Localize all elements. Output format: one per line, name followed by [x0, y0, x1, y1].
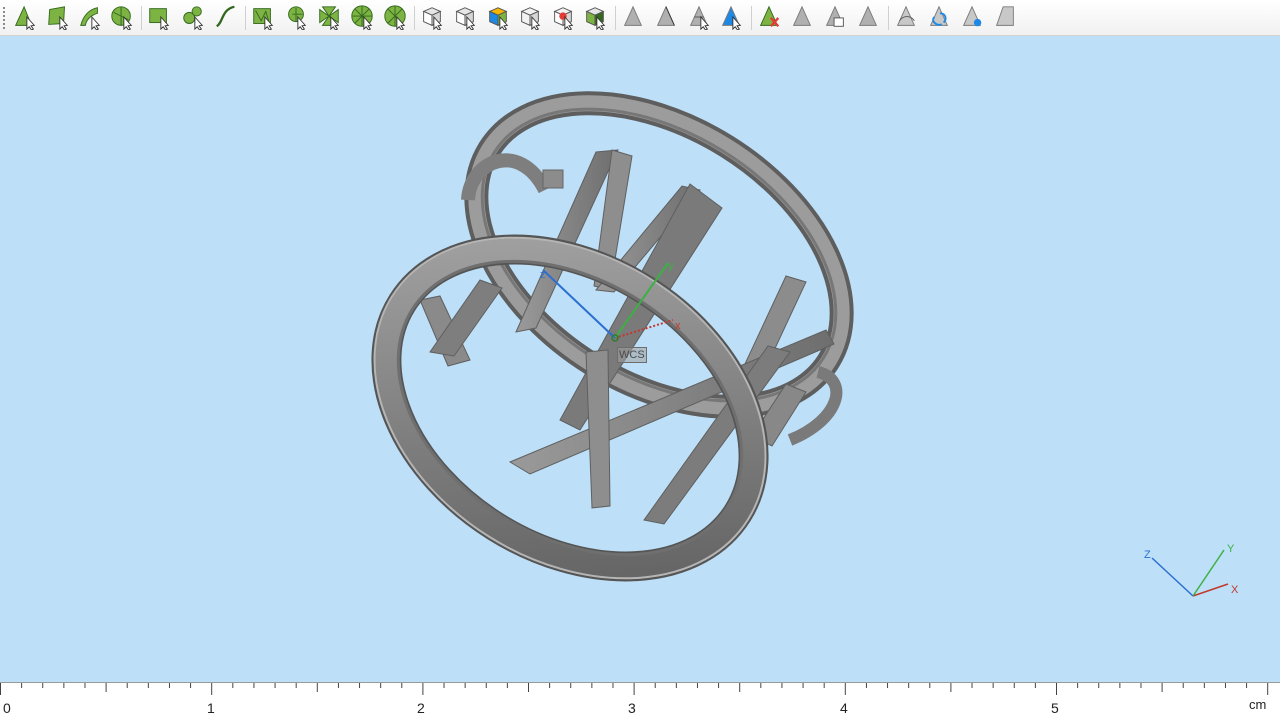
select-part-icon	[485, 4, 511, 30]
select-edge-icon	[77, 4, 103, 30]
select-face-icon	[45, 4, 71, 30]
scale-ruler: 0 1 2 3 4 5 cm	[0, 682, 1280, 723]
hide-faces-icon	[855, 4, 881, 30]
toolbar-button-select-vertex[interactable]	[11, 3, 39, 31]
toolbar-button-select-wire-body[interactable]	[516, 3, 544, 31]
toolbar-separator	[141, 6, 142, 30]
select-solid-icon	[452, 4, 478, 30]
toolbar-button-lasso-select[interactable]	[179, 3, 207, 31]
wcs-z-label: z	[540, 269, 546, 281]
toolbar-button-hide-edges[interactable]	[788, 3, 816, 31]
visibility-view-icon	[959, 4, 985, 30]
toolbar-button-hide-part[interactable]	[821, 3, 849, 31]
toolbar-button-radial-partial-select[interactable]	[381, 3, 409, 31]
toolbar	[0, 0, 1280, 36]
hide-part-icon	[822, 4, 848, 30]
toolbar-separator	[414, 6, 415, 30]
toolbar-button-select-solid[interactable]	[451, 3, 479, 31]
toolbar-button-show[interactable]	[619, 3, 647, 31]
toolbar-button-select-component[interactable]	[549, 3, 577, 31]
toolbar-button-show-edges[interactable]	[652, 3, 680, 31]
toolbar-button-curve-select[interactable]	[212, 3, 240, 31]
hide-edges-icon	[789, 4, 815, 30]
lasso-select-icon	[180, 4, 206, 30]
ring-model[interactable]	[311, 40, 896, 648]
toolbar-button-select-surface[interactable]	[108, 3, 136, 31]
toolbar-separator	[615, 6, 616, 30]
select-surface-icon	[109, 4, 135, 30]
toolbar-button-select-edge[interactable]	[76, 3, 104, 31]
visibility-toggle-icon	[893, 4, 919, 30]
brush-select-icon	[283, 4, 309, 30]
ruler-label: 2	[417, 700, 425, 716]
radial-select-icon	[349, 4, 375, 30]
toolbar-separator	[888, 6, 889, 30]
toolbar-grip[interactable]	[3, 7, 5, 29]
toolbar-button-visibility-toggle[interactable]	[892, 3, 920, 31]
toolbar-button-visibility-view[interactable]	[958, 3, 986, 31]
select-assembly-icon	[582, 4, 608, 30]
ruler-unit: cm	[1249, 697, 1267, 712]
toolbar-button-hide-faces[interactable]	[854, 3, 882, 31]
toolbar-separator	[245, 6, 246, 30]
toolbar-button-show-wireframe[interactable]	[685, 3, 713, 31]
ruler-label: 5	[1051, 700, 1059, 716]
visibility-faces-icon	[992, 4, 1018, 30]
triad-x-label: X	[1231, 584, 1239, 596]
mesh-select-icon	[250, 4, 276, 30]
toolbar-button-cross-select[interactable]	[315, 3, 343, 31]
wcs-label: WCS	[617, 347, 647, 363]
ruler-label: 3	[628, 700, 636, 716]
toolbar-button-select-body[interactable]	[418, 3, 446, 31]
show-selected-icon	[718, 4, 744, 30]
toolbar-button-mesh-select[interactable]	[249, 3, 277, 31]
toolbar-button-select-face[interactable]	[44, 3, 72, 31]
view-triad	[1151, 549, 1229, 597]
show-wireframe-icon	[686, 4, 712, 30]
triad-z-label: Z	[1144, 549, 1151, 561]
ruler-label: 0	[3, 700, 11, 716]
visibility-refresh-icon	[926, 4, 952, 30]
radial-partial-select-icon	[382, 4, 408, 30]
show-icon	[620, 4, 646, 30]
select-body-icon	[419, 4, 445, 30]
toolbar-button-rectangle-select[interactable]	[145, 3, 173, 31]
curve-select-icon	[213, 4, 239, 30]
triad-y-label: Y	[1227, 543, 1235, 555]
hide-icon	[756, 4, 782, 30]
cross-select-icon	[316, 4, 342, 30]
toolbar-button-brush-select[interactable]	[282, 3, 310, 31]
wcs-x-label: x	[675, 320, 681, 332]
select-wire-body-icon	[517, 4, 543, 30]
select-vertex-icon	[12, 4, 38, 30]
show-edges-icon	[653, 4, 679, 30]
ruler-label: 1	[207, 700, 215, 716]
toolbar-button-radial-select[interactable]	[348, 3, 376, 31]
toolbar-separator	[751, 6, 752, 30]
toolbar-button-select-assembly[interactable]	[581, 3, 609, 31]
wcs-y-label: y	[668, 260, 674, 272]
toolbar-button-select-part[interactable]	[484, 3, 512, 31]
toolbar-button-visibility-refresh[interactable]	[925, 3, 953, 31]
toolbar-button-hide[interactable]	[755, 3, 783, 31]
toolbar-button-visibility-faces[interactable]	[991, 3, 1019, 31]
toolbar-button-show-selected[interactable]	[717, 3, 745, 31]
ruler-label: 4	[840, 700, 848, 716]
rectangle-select-icon	[146, 4, 172, 30]
select-component-icon	[550, 4, 576, 30]
